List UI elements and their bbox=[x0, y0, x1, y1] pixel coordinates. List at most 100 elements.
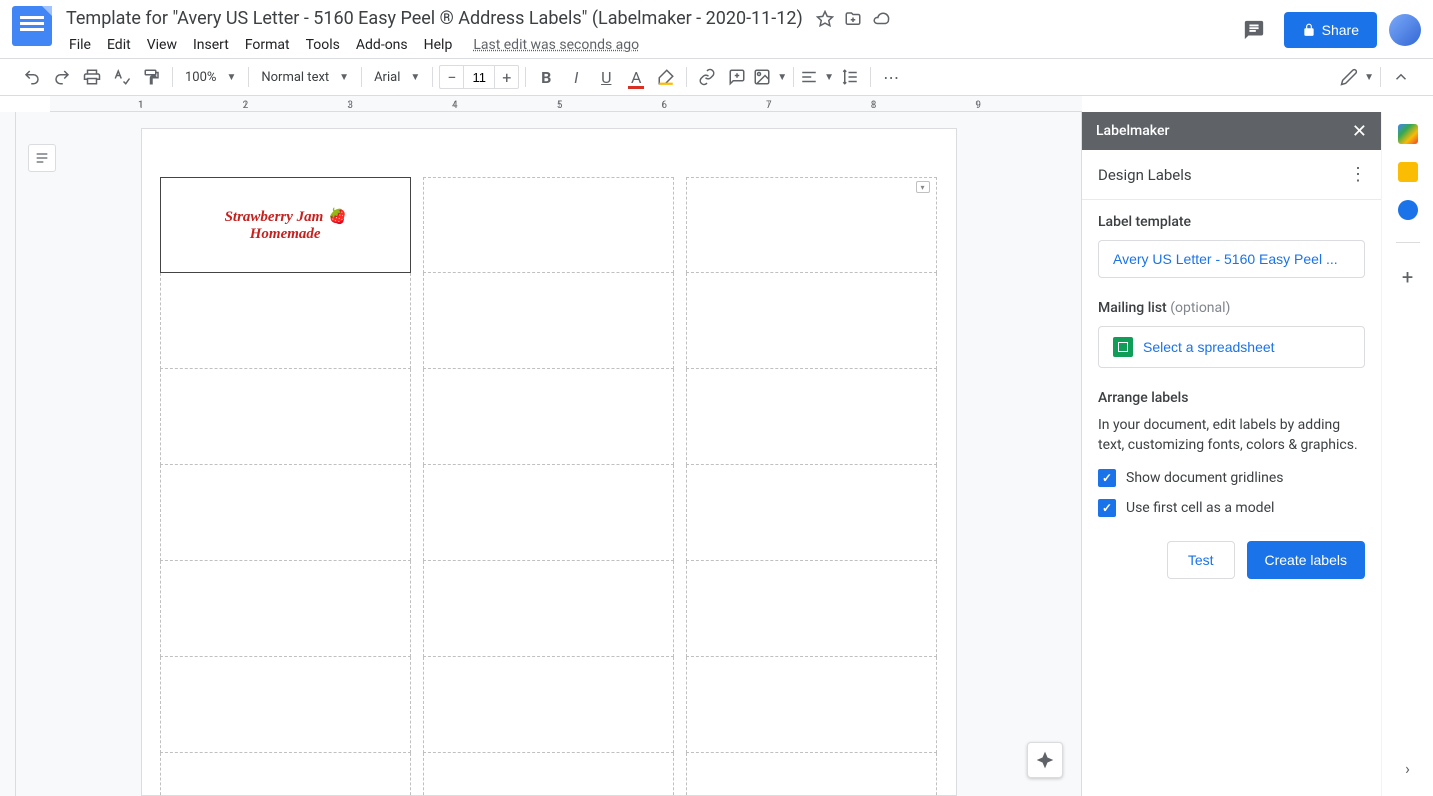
label-cell[interactable] bbox=[160, 561, 411, 657]
redo-icon[interactable] bbox=[48, 63, 76, 91]
create-labels-button[interactable]: Create labels bbox=[1247, 541, 1366, 579]
label-cell[interactable] bbox=[686, 753, 937, 796]
zoom-dropdown[interactable]: 100%▼ bbox=[179, 63, 242, 91]
explore-icon[interactable] bbox=[1027, 742, 1063, 778]
docs-logo-icon[interactable] bbox=[12, 6, 52, 46]
ruler-mark: 9 bbox=[975, 100, 981, 111]
paragraph-style-dropdown[interactable]: Normal text▼ bbox=[255, 63, 355, 91]
chevron-down-icon: ▼ bbox=[824, 72, 834, 83]
collapse-icon[interactable] bbox=[1387, 63, 1415, 91]
spellcheck-icon[interactable] bbox=[108, 63, 136, 91]
comments-icon[interactable] bbox=[1236, 12, 1272, 48]
label-row bbox=[160, 561, 938, 657]
user-avatar[interactable] bbox=[1389, 14, 1421, 46]
zoom-value: 100% bbox=[185, 70, 216, 85]
label-cell[interactable] bbox=[686, 273, 937, 369]
undo-icon[interactable] bbox=[18, 63, 46, 91]
tasks-icon[interactable] bbox=[1398, 200, 1418, 220]
label-cell[interactable]: ▾ bbox=[423, 177, 674, 273]
italic-icon[interactable]: I bbox=[562, 63, 590, 91]
calendar-icon[interactable] bbox=[1398, 124, 1418, 144]
label-cell[interactable] bbox=[686, 177, 937, 273]
document-canvas[interactable]: Strawberry Jam 🍓 Homemade ▾ bbox=[16, 112, 1081, 796]
sidebar-subheader: Design Labels ⋮ bbox=[1082, 150, 1381, 200]
expand-side-panel-icon[interactable]: › bbox=[1405, 759, 1410, 778]
section-label-template: Label template bbox=[1098, 214, 1365, 230]
document-page[interactable]: Strawberry Jam 🍓 Homemade ▾ bbox=[141, 128, 957, 796]
print-icon[interactable] bbox=[78, 63, 106, 91]
label-grid: Strawberry Jam 🍓 Homemade ▾ bbox=[160, 177, 938, 796]
label-cell[interactable] bbox=[423, 561, 674, 657]
label-cell[interactable] bbox=[160, 753, 411, 796]
label-cell[interactable] bbox=[686, 465, 937, 561]
select-spreadsheet-button[interactable]: Select a spreadsheet bbox=[1098, 326, 1365, 368]
line-spacing-icon[interactable] bbox=[836, 63, 864, 91]
optional-label: (optional) bbox=[1170, 300, 1230, 316]
add-comment-icon[interactable] bbox=[723, 63, 751, 91]
mailing-label: Mailing list bbox=[1098, 300, 1167, 316]
menu-view[interactable]: View bbox=[140, 33, 184, 57]
label-cell[interactable] bbox=[686, 561, 937, 657]
checkbox-gridlines[interactable]: ✓ Show document gridlines bbox=[1098, 469, 1365, 487]
label-cell[interactable] bbox=[423, 465, 674, 561]
checkbox-first-cell[interactable]: ✓ Use first cell as a model bbox=[1098, 499, 1365, 517]
move-icon[interactable] bbox=[843, 9, 863, 29]
underline-icon[interactable]: U bbox=[592, 63, 620, 91]
label-cell[interactable] bbox=[423, 273, 674, 369]
editing-mode-icon[interactable]: ▼ bbox=[1340, 63, 1374, 91]
kebab-menu-icon[interactable]: ⋮ bbox=[1349, 164, 1365, 185]
vertical-ruler[interactable] bbox=[0, 112, 16, 796]
label-text-line2: Homemade bbox=[250, 226, 321, 243]
menu-insert[interactable]: Insert bbox=[186, 33, 236, 57]
paint-format-icon[interactable] bbox=[138, 63, 166, 91]
star-icon[interactable] bbox=[815, 9, 835, 29]
close-icon[interactable]: ✕ bbox=[1352, 121, 1367, 142]
label-cell-active[interactable]: Strawberry Jam 🍓 Homemade bbox=[160, 177, 411, 273]
last-edit-link[interactable]: Last edit was seconds ago bbox=[473, 37, 639, 53]
menu-addons[interactable]: Add-ons bbox=[349, 33, 415, 57]
font-size-decrease[interactable]: − bbox=[439, 65, 463, 89]
more-icon[interactable]: ⋯ bbox=[877, 63, 905, 91]
add-addon-icon[interactable]: + bbox=[1402, 265, 1413, 289]
ruler-mark: 2 bbox=[243, 100, 249, 111]
template-select-button[interactable]: Avery US Letter - 5160 Easy Peel ... bbox=[1098, 240, 1365, 278]
insert-image-icon[interactable]: ▼ bbox=[753, 63, 787, 91]
label-cell[interactable] bbox=[423, 657, 674, 753]
horizontal-ruler[interactable]: 1 2 3 4 5 6 7 8 9 bbox=[50, 96, 1082, 112]
label-cell[interactable] bbox=[160, 465, 411, 561]
cell-dropdown-icon[interactable]: ▾ bbox=[916, 181, 930, 193]
align-icon[interactable]: ▼ bbox=[800, 63, 834, 91]
insert-link-icon[interactable] bbox=[693, 63, 721, 91]
toolbar-right: ▼ bbox=[1340, 63, 1415, 91]
menu-help[interactable]: Help bbox=[417, 33, 460, 57]
menu-tools[interactable]: Tools bbox=[299, 33, 347, 57]
label-cell[interactable] bbox=[686, 369, 937, 465]
menu-format[interactable]: Format bbox=[238, 33, 297, 57]
bold-icon[interactable]: B bbox=[532, 63, 560, 91]
font-size-increase[interactable]: + bbox=[495, 65, 519, 89]
outline-toggle-icon[interactable] bbox=[28, 144, 56, 172]
label-row bbox=[160, 273, 938, 369]
label-cell[interactable] bbox=[423, 753, 674, 796]
keep-icon[interactable] bbox=[1398, 162, 1418, 182]
document-title[interactable]: Template for "Avery US Letter - 5160 Eas… bbox=[62, 6, 807, 31]
highlight-icon[interactable] bbox=[652, 63, 680, 91]
share-button[interactable]: Share bbox=[1284, 12, 1377, 48]
sidebar-header: Labelmaker ✕ bbox=[1082, 112, 1381, 150]
label-cell[interactable] bbox=[686, 657, 937, 753]
menu-file[interactable]: File bbox=[62, 33, 98, 57]
ruler-mark: 4 bbox=[452, 100, 458, 111]
text-color-icon[interactable]: A bbox=[622, 63, 650, 91]
label-cell[interactable] bbox=[423, 369, 674, 465]
label-cell[interactable] bbox=[160, 273, 411, 369]
menu-bar: File Edit View Insert Format Tools Add-o… bbox=[62, 33, 1236, 57]
test-button[interactable]: Test bbox=[1167, 541, 1235, 579]
font-size-input[interactable] bbox=[463, 65, 495, 89]
ruler-mark: 1 bbox=[138, 100, 144, 111]
font-dropdown[interactable]: Arial▼ bbox=[368, 63, 426, 91]
label-cell[interactable] bbox=[160, 657, 411, 753]
font-value: Arial bbox=[374, 70, 400, 85]
cloud-status-icon[interactable] bbox=[871, 9, 891, 29]
menu-edit[interactable]: Edit bbox=[100, 33, 138, 57]
label-cell[interactable] bbox=[160, 369, 411, 465]
